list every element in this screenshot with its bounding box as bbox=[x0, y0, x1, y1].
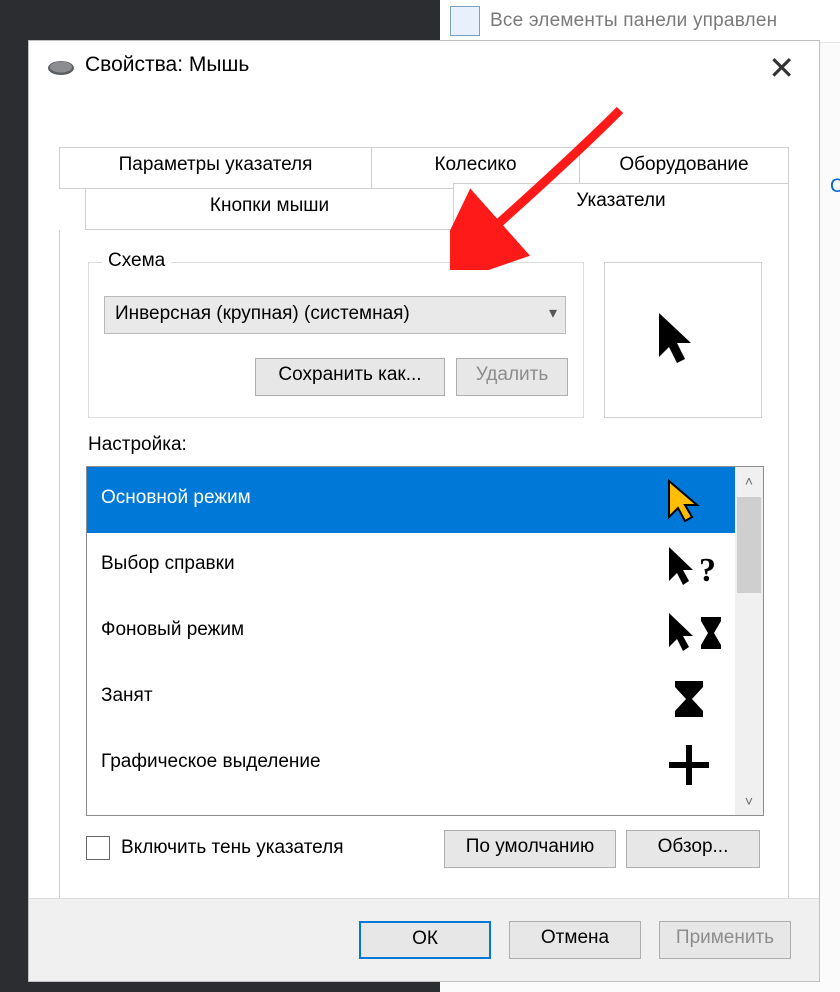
list-item-label: Графическое выделение bbox=[101, 751, 321, 773]
close-button[interactable]: ✕ bbox=[758, 49, 805, 87]
list-item-busy[interactable]: Занят bbox=[87, 665, 735, 731]
dialog-titlebar[interactable]: Свойства: Мышь ✕ bbox=[29, 41, 819, 93]
use-default-button[interactable]: По умолчанию bbox=[444, 830, 616, 868]
scheme-selected: Инверсная (крупная) (системная) bbox=[115, 303, 410, 325]
mouse-properties-dialog: Свойства: Мышь ✕ Параметры указателя Кол… bbox=[28, 40, 820, 982]
tab-pointers[interactable]: Указатели bbox=[453, 183, 789, 230]
list-item-label: Фоновый режим bbox=[101, 619, 244, 641]
cross-icon bbox=[667, 743, 727, 787]
cursor-preview bbox=[604, 262, 762, 418]
dialog-footer: ОК Отмена Применить bbox=[29, 898, 819, 981]
arrow-help-icon: ? bbox=[667, 545, 727, 589]
list-item-label: Занят bbox=[101, 685, 153, 707]
svg-text:?: ? bbox=[699, 552, 716, 589]
list-item-label: Выбор справки bbox=[101, 553, 235, 575]
save-as-button[interactable]: Сохранить как... bbox=[255, 358, 445, 396]
list-item-help-select[interactable]: Выбор справки ? bbox=[87, 533, 735, 599]
customize-label: Настройка: bbox=[88, 434, 187, 456]
scheme-legend: Схема bbox=[102, 250, 171, 272]
list-item-precision-select[interactable]: Графическое выделение bbox=[87, 731, 735, 797]
scroll-up-icon[interactable]: ˄ bbox=[735, 467, 763, 495]
list-item-label: Основной режим bbox=[101, 487, 251, 509]
list-item-working-background[interactable]: Фоновый режим bbox=[87, 599, 735, 665]
arrow-cursor-icon bbox=[659, 313, 703, 367]
dialog-title: Свойства: Мышь bbox=[85, 53, 249, 77]
tab-buttons[interactable]: Кнопки мыши bbox=[85, 188, 454, 230]
control-panel-icon bbox=[450, 6, 480, 36]
arrow-hourglass-icon bbox=[667, 611, 727, 655]
tab-pointer-options[interactable]: Параметры указателя bbox=[59, 147, 372, 189]
list-item-normal-select[interactable]: Основной режим bbox=[87, 467, 735, 533]
enable-shadow-checkbox[interactable]: Включить тень указателя bbox=[86, 836, 344, 860]
scroll-down-icon[interactable]: ˅ bbox=[735, 787, 763, 815]
mouse-icon bbox=[47, 59, 75, 82]
ok-button[interactable]: ОК bbox=[359, 921, 491, 959]
browse-button[interactable]: Обзор... bbox=[626, 830, 760, 868]
checkbox-box[interactable] bbox=[86, 836, 110, 860]
delete-button: Удалить bbox=[456, 358, 568, 396]
list-viewport: Основной режим Выбор справки ? Фоновый р… bbox=[87, 467, 735, 815]
cursor-listbox[interactable]: Основной режим Выбор справки ? Фоновый р… bbox=[86, 466, 764, 816]
checkbox-label: Включить тень указателя bbox=[121, 837, 343, 858]
apply-button: Применить bbox=[659, 921, 791, 959]
list-scrollbar[interactable]: ˄ ˅ bbox=[735, 467, 763, 815]
cancel-button[interactable]: Отмена bbox=[509, 921, 641, 959]
scheme-group: Схема Инверсная (крупная) (системная) ▾ … bbox=[88, 250, 584, 418]
hourglass-icon bbox=[667, 677, 727, 721]
breadcrumb-text[interactable]: Все элементы панели управлен bbox=[490, 10, 777, 32]
scheme-dropdown[interactable]: Инверсная (крупная) (системная) ▾ bbox=[104, 296, 566, 334]
sidebar-link-fragment: С bbox=[830, 176, 840, 196]
tab-pointers-panel: Схема Инверсная (крупная) (системная) ▾ … bbox=[59, 230, 789, 899]
scroll-thumb[interactable] bbox=[737, 497, 761, 593]
chevron-down-icon: ▾ bbox=[549, 303, 557, 323]
arrow-selected-icon bbox=[667, 479, 727, 523]
